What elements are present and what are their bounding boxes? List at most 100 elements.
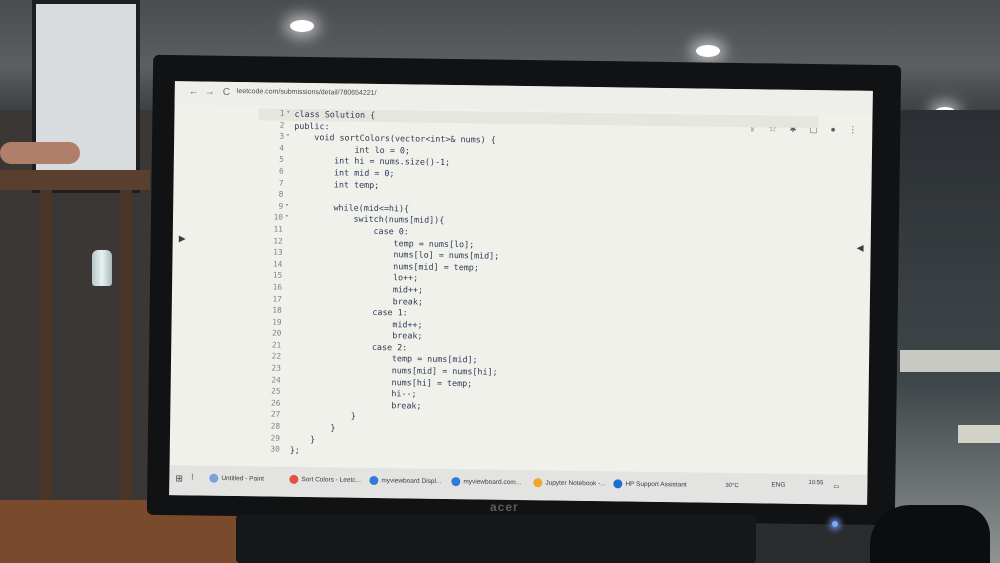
power-led-icon <box>832 521 838 527</box>
line-number: 19 <box>272 317 282 327</box>
code-text: void sortColors(vector<int>& nums) { <box>294 132 496 145</box>
line-number: 2 <box>279 120 285 130</box>
line-number: 28 <box>270 421 281 431</box>
taskbar-app-label: Jupyter Notebook -... <box>545 479 606 488</box>
weather-widget[interactable]: 30°C <box>725 483 738 489</box>
code-text: mid++; <box>291 282 424 295</box>
fold-toggle-icon[interactable]: ▾ <box>285 213 289 220</box>
code-text: while(mid<=hi){ <box>293 201 410 214</box>
line-number: 10 <box>273 212 284 223</box>
code-text: nums[mid] = temp; <box>292 259 479 273</box>
code-text: case 1: <box>291 305 408 318</box>
code-editor[interactable]: 1 ▾ class Solution {2 public: 3 ▾ void sortCo… <box>254 108 819 464</box>
app-icon <box>533 478 543 488</box>
line-number: 26 <box>270 398 281 408</box>
taskbar-app[interactable]: Untitled - Paint <box>209 473 265 484</box>
back-button[interactable]: ← <box>189 86 199 97</box>
taskbar-app[interactable]: HP Support Assistant <box>613 479 687 489</box>
app-icon <box>289 474 299 484</box>
code-text: case 2: <box>291 340 408 353</box>
fold-toggle-icon[interactable]: ▾ <box>286 109 290 116</box>
clock[interactable]: 10:55 <box>808 479 823 487</box>
line-number: 3 <box>279 131 285 141</box>
ceiling-light <box>696 45 720 57</box>
code-text: } <box>289 433 316 444</box>
line-number: 4 <box>279 143 285 153</box>
code-text: switch(nums[mid]){ <box>292 213 445 226</box>
profile-icon[interactable]: ● <box>830 124 841 134</box>
code-text: hi--; <box>290 387 417 399</box>
code-text: nums[lo] = nums[mid]; <box>292 247 500 261</box>
language-indicator[interactable]: ENG <box>771 482 785 489</box>
windows-start-icon[interactable]: ⊞ <box>175 473 183 484</box>
notification-icon[interactable]: ▭ <box>833 482 839 490</box>
app-icon <box>451 477 461 487</box>
line-number: 24 <box>271 375 281 385</box>
line-number: 23 <box>271 363 281 373</box>
taskbar-app[interactable]: Jupyter Notebook -... <box>533 478 606 488</box>
code-text: } <box>290 410 356 422</box>
line-number: 6 <box>278 166 284 176</box>
reload-button[interactable]: C <box>223 87 230 98</box>
line-number: 27 <box>270 409 281 420</box>
code-text: }; <box>289 445 300 456</box>
taskbar-app-label: myviewboard Displ... <box>381 477 442 486</box>
code-text: break; <box>291 329 423 341</box>
table <box>958 425 1000 443</box>
line-number: 21 <box>271 340 282 350</box>
line-number: 7 <box>278 178 284 188</box>
line-number: 5 <box>279 154 284 165</box>
line-number: 16 <box>272 282 283 292</box>
monitor-brand: acer <box>490 500 519 514</box>
code-text: break; <box>291 294 424 307</box>
fold-toggle-icon[interactable]: ▾ <box>285 201 289 208</box>
fold-toggle-icon[interactable]: ▾ <box>286 132 290 139</box>
line-number: 14 <box>272 259 283 269</box>
code-text: break; <box>290 398 422 411</box>
taskbar-app[interactable]: Sort Colors - Leetc... <box>289 474 362 485</box>
taskbar-divider: | <box>191 473 194 481</box>
code-text: } <box>290 421 336 433</box>
line-number: 1 <box>279 108 285 118</box>
menu-icon[interactable]: ⋮ <box>848 125 862 136</box>
code-text: case 0: <box>292 224 409 237</box>
whiteboard <box>32 0 140 193</box>
code-text: int mid = 0; <box>293 166 395 179</box>
taskbar-app[interactable]: myviewboard Displ... <box>369 475 442 486</box>
code-text: int temp; <box>293 178 380 190</box>
line-number: 11 <box>273 224 283 234</box>
desk <box>0 170 150 190</box>
taskbar-app[interactable]: myviewboard.com... <box>451 477 521 487</box>
screen: ← → C leetcode.com/submissions/detail/78… <box>169 81 873 505</box>
code-text: nums[hi] = temp; <box>290 375 473 388</box>
url-field[interactable]: leetcode.com/submissions/detail/78065422… <box>237 88 377 97</box>
line-number: 20 <box>271 328 282 338</box>
code-text: temp = nums[mid]; <box>291 352 478 365</box>
collapse-right-icon[interactable]: ◀ <box>857 243 864 254</box>
collapse-left-icon[interactable]: ▶ <box>179 233 186 244</box>
line-number: 9 <box>278 201 284 211</box>
table <box>900 350 1000 372</box>
taskbar-app-label: Untitled - Paint <box>221 475 265 483</box>
line-number: 8 <box>278 189 284 199</box>
code-text: class Solution { <box>294 108 376 120</box>
line-number: 18 <box>272 305 282 315</box>
app-icon <box>369 475 379 486</box>
line-number: 17 <box>272 294 282 304</box>
taskbar-app-label: Sort Colors - Leetc... <box>301 476 362 485</box>
code-text: int lo = 0; <box>293 143 411 156</box>
forward-button[interactable]: → <box>205 87 215 98</box>
line-number: 30 <box>270 444 280 454</box>
line-number: 25 <box>271 386 281 396</box>
code-text: mid++; <box>291 317 423 330</box>
line-number: 22 <box>271 351 282 362</box>
code-text: int hi = nums.size()-1; <box>293 155 451 168</box>
line-number: 12 <box>273 236 283 246</box>
code-text: lo++; <box>292 271 419 283</box>
code-text: public: <box>294 120 330 131</box>
monitor-stand <box>236 515 756 563</box>
taskbar-app-label: myviewboard.com... <box>463 478 522 487</box>
line-number: 13 <box>273 247 283 257</box>
water-bottle <box>92 250 112 286</box>
ceiling-light <box>290 20 314 32</box>
